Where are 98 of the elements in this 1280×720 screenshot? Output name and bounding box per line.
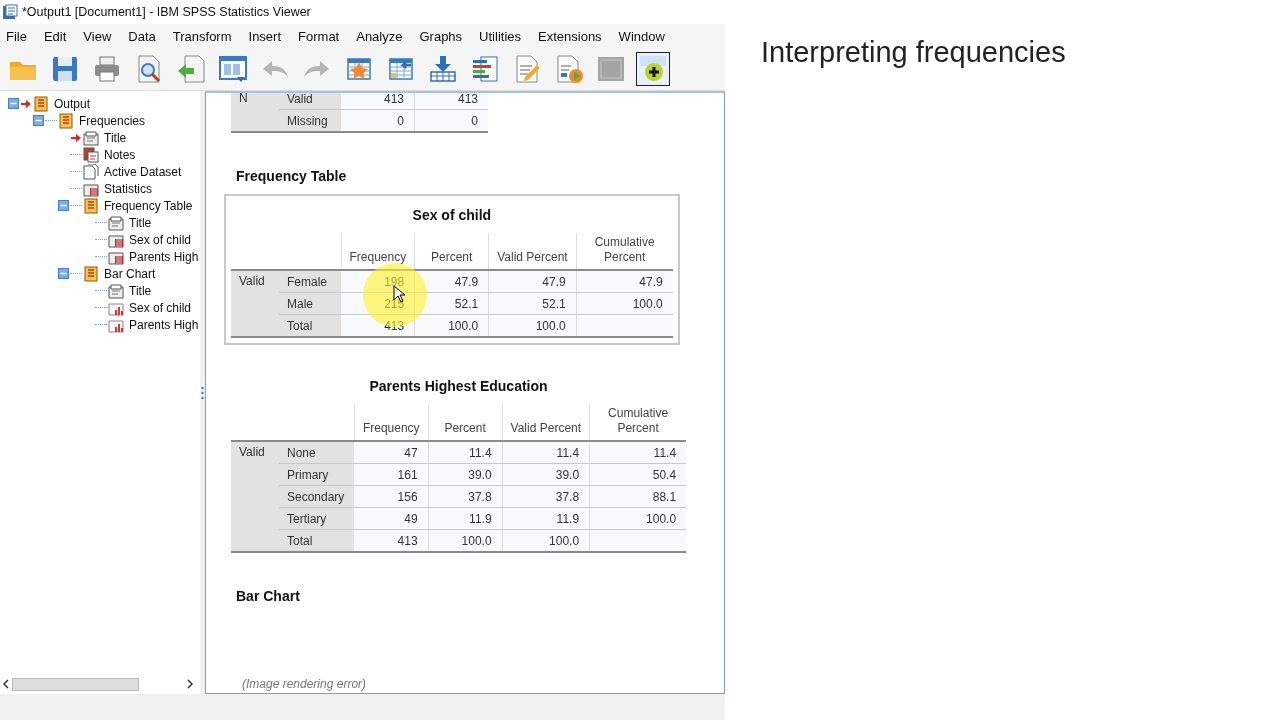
tree-item[interactable]: Parents High <box>126 317 202 332</box>
tree-item[interactable]: Active Dataset <box>101 164 185 179</box>
tree-item[interactable]: Title <box>101 130 130 145</box>
tree-item[interactable]: Output <box>51 96 94 111</box>
table-cell: 47.9 <box>488 270 577 293</box>
table-cell: 161 <box>354 463 429 486</box>
tree-item[interactable]: Frequencies <box>76 113 149 128</box>
table-cell: 47 <box>354 441 429 464</box>
table-cell: 88.1 <box>589 485 687 508</box>
menu-item[interactable]: Insert <box>242 25 288 47</box>
table-cell: 413 <box>414 93 488 110</box>
tree-item[interactable]: Notes <box>101 147 139 162</box>
splitter-handle-icon[interactable] <box>201 385 204 400</box>
collapse-icon[interactable] <box>58 200 69 211</box>
error-message: (Image rendering error) <box>242 677 367 691</box>
book-icon <box>33 95 49 112</box>
row-label: Missing <box>279 109 341 132</box>
table-cell: 52.1 <box>488 292 577 315</box>
slide-heading: Interpreting frequencies <box>761 36 1067 69</box>
table-title: Parents Highest Education <box>368 377 549 396</box>
collapse-icon[interactable] <box>8 98 19 109</box>
table-cell: 413 <box>354 529 429 552</box>
table-cell: 11.4 <box>428 441 503 464</box>
table-cell: 37.8 <box>428 485 503 508</box>
table-cell: 100.0 <box>589 507 687 530</box>
table-cell: 49 <box>354 507 429 530</box>
table-cell: 100.0 <box>502 529 590 552</box>
menu-item[interactable]: Edit <box>37 25 73 47</box>
row-label: Male <box>279 292 341 315</box>
table-cell: 11.9 <box>502 507 590 530</box>
row-group-label: Valid <box>239 445 265 459</box>
tree-item[interactable]: Bar Chart <box>101 266 159 281</box>
row-label: Secondary <box>279 485 355 508</box>
toolbar-button[interactable] <box>636 52 670 86</box>
menu-item[interactable]: View <box>77 25 118 47</box>
table-cell: 100.0 <box>488 314 577 337</box>
table-cell: 39.0 <box>428 463 503 486</box>
row-label: None <box>279 441 355 464</box>
table-cell: 52.1 <box>414 292 489 315</box>
table-cell: 11.4 <box>589 441 687 464</box>
tree-item[interactable]: Frequency Table <box>101 198 196 213</box>
book-icon <box>58 112 74 129</box>
table-cell: 100.0 <box>428 529 503 552</box>
menu-item[interactable]: Utilities <box>473 25 527 47</box>
menu-item[interactable]: File <box>0 25 33 47</box>
table-cell: 50.4 <box>589 463 687 486</box>
notes-icon <box>83 146 99 163</box>
document-icon <box>83 163 99 180</box>
tree-item[interactable]: Title <box>126 283 155 298</box>
menu-item[interactable]: Extensions <box>532 25 608 47</box>
row-label: Total <box>279 529 355 552</box>
section-heading: Bar Chart <box>236 588 300 604</box>
menu-item[interactable]: Data <box>122 25 162 47</box>
window-title: *Output1 [Document1] - IBM SPSS Statistics Viewer <box>22 5 311 19</box>
row-group-label: N <box>239 93 248 105</box>
row-label: Primary <box>279 463 355 486</box>
row-label: Female <box>279 270 341 293</box>
table-cell: 100.0 <box>414 314 489 337</box>
menu-item[interactable]: Graphs <box>413 25 469 47</box>
table-cell: 11.9 <box>428 507 503 530</box>
table-cell: 11.4 <box>502 441 590 464</box>
download-arrow-icon <box>427 53 459 85</box>
table-cell: 413 <box>341 93 415 110</box>
row-label: Valid <box>279 93 341 110</box>
table-cell: 37.8 <box>502 485 590 508</box>
table-cell: 0 <box>414 109 488 132</box>
collapse-icon[interactable] <box>58 268 69 279</box>
menu-item[interactable]: Analyze <box>350 25 409 47</box>
table-cell: 47.9 <box>576 270 673 293</box>
page-icon <box>108 214 124 231</box>
menu-item[interactable]: Transform <box>166 25 238 47</box>
tree-item[interactable]: Parents High <box>126 249 202 264</box>
row-label: Total <box>279 314 341 337</box>
collapse-icon[interactable] <box>33 115 44 126</box>
scroll-left-icon[interactable] <box>2 679 10 689</box>
pivot-table[interactable]: N Valid 413 413 Missing 0 0 <box>224 93 495 140</box>
table-cell: 47.9 <box>414 270 489 293</box>
tree-item[interactable]: Title <box>126 215 155 230</box>
table-cell: 413 <box>341 314 415 337</box>
scrollbar-thumb[interactable] <box>12 678 139 691</box>
tree-item[interactable]: Statistics <box>101 181 155 196</box>
menu-item[interactable]: Window <box>612 25 671 47</box>
tree-item[interactable]: Sex of child <box>126 300 195 315</box>
page-icon <box>83 129 99 146</box>
book-icon <box>83 265 99 282</box>
section-heading: Frequency Table <box>236 168 347 184</box>
row-group-label: Valid <box>239 274 265 288</box>
table-cell: 156 <box>354 485 429 508</box>
scroll-right-icon[interactable] <box>186 679 194 689</box>
table-cell: 39.0 <box>502 463 590 486</box>
table-title: Sex of child <box>411 206 493 225</box>
page-icon <box>108 282 124 299</box>
table-cell: 100.0 <box>576 292 673 315</box>
menu-item[interactable]: Format <box>292 25 346 47</box>
book-icon <box>83 197 99 214</box>
row-label: Tertiary <box>279 507 355 530</box>
table-cell: 0 <box>341 109 415 132</box>
tree-item[interactable]: Sex of child <box>126 232 195 247</box>
